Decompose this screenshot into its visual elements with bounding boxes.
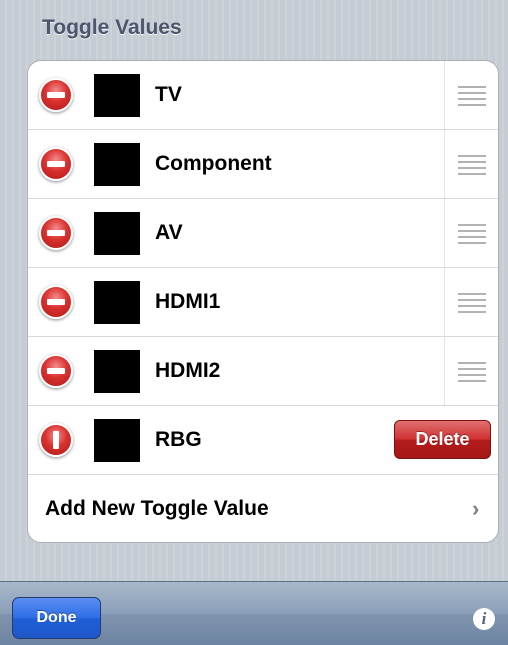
reorder-handle[interactable] [444, 61, 498, 129]
color-swatch [94, 74, 140, 117]
color-swatch [94, 419, 140, 462]
delete-circle-icon[interactable] [39, 285, 73, 319]
row-label: AV [155, 221, 183, 244]
row-label: Component [155, 152, 272, 175]
done-button[interactable]: Done [12, 597, 101, 639]
row-label: HDMI2 [155, 359, 221, 382]
reorder-grip-icon[interactable] [458, 86, 486, 106]
reorder-grip-icon[interactable] [458, 155, 486, 175]
add-new-toggle-value-row[interactable]: Add New Toggle Value › [28, 475, 498, 542]
bottom-toolbar: Done i [0, 581, 508, 645]
delete-circle-icon[interactable] [39, 147, 73, 181]
delete-button[interactable]: Delete [394, 420, 491, 459]
delete-circle-icon[interactable] [39, 78, 73, 112]
color-swatch [94, 350, 140, 393]
section-header: Toggle Values [42, 16, 182, 39]
info-icon[interactable]: i [473, 608, 495, 630]
delete-circle-icon[interactable] [39, 354, 73, 388]
reorder-grip-icon[interactable] [458, 224, 486, 244]
reorder-grip-icon[interactable] [458, 362, 486, 382]
reorder-grip-icon[interactable] [458, 293, 486, 313]
delete-circle-icon[interactable] [39, 216, 73, 250]
chevron-right-icon: › [472, 496, 480, 521]
table-row[interactable]: Component [28, 130, 498, 199]
toggle-values-table: TV Component AV HDMI1 HDMI2 RBG Delete A… [27, 60, 499, 543]
row-label: RBG [155, 428, 202, 451]
reorder-handle[interactable] [444, 130, 498, 198]
reorder-handle[interactable] [444, 199, 498, 267]
reorder-handle[interactable] [444, 268, 498, 336]
table-row[interactable]: AV [28, 199, 498, 268]
color-swatch [94, 143, 140, 186]
reorder-handle[interactable] [444, 337, 498, 405]
table-row[interactable]: HDMI2 [28, 337, 498, 406]
color-swatch [94, 281, 140, 324]
table-row[interactable]: RBG Delete [28, 406, 498, 475]
row-label: HDMI1 [155, 290, 221, 313]
row-label: TV [155, 83, 182, 106]
color-swatch [94, 212, 140, 255]
delete-circle-icon[interactable] [39, 423, 73, 457]
table-row[interactable]: HDMI1 [28, 268, 498, 337]
add-new-toggle-value-label: Add New Toggle Value [45, 497, 269, 520]
table-row[interactable]: TV [28, 61, 498, 130]
